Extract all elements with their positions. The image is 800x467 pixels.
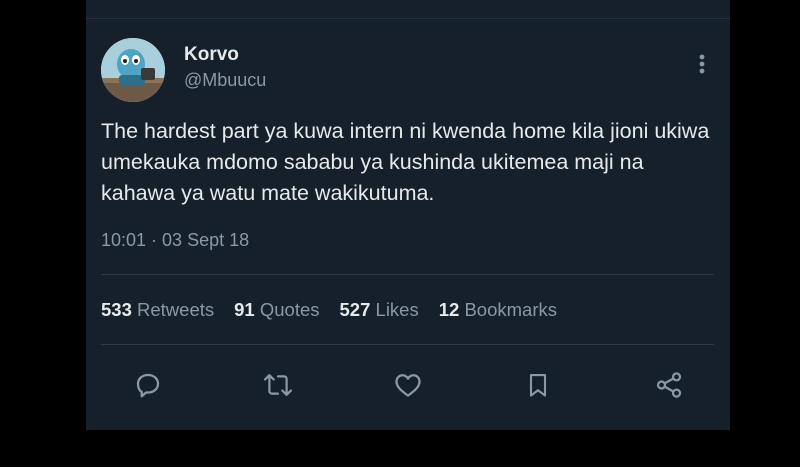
tweet-text: The hardest part ya kuwa intern ni kwend… <box>101 119 710 205</box>
quotes-count: 91 <box>234 299 255 320</box>
retweet-icon[interactable] <box>261 368 295 402</box>
tweet-card: Korvo @Mbuucu The hardest part ya kuwa i… <box>86 0 730 430</box>
likes-stat[interactable]: 527 Likes <box>340 299 419 321</box>
bookmarks-stat[interactable]: 12 Bookmarks <box>439 299 557 321</box>
retweets-label: Retweets <box>137 299 215 320</box>
like-icon[interactable] <box>391 368 425 402</box>
top-divider <box>86 18 730 19</box>
quotes-stat[interactable]: 91 Quotes <box>234 299 319 321</box>
likes-label: Likes <box>375 299 419 320</box>
display-name[interactable]: Korvo <box>184 44 239 66</box>
share-icon[interactable] <box>652 368 686 402</box>
engagement-stats: 533 Retweets 91 Quotes 527 Likes 12 Book… <box>101 299 557 321</box>
avatar[interactable] <box>101 38 165 102</box>
bookmarks-label: Bookmarks <box>464 299 557 320</box>
divider <box>101 274 714 275</box>
quotes-label: Quotes <box>259 299 320 320</box>
bookmark-icon[interactable] <box>521 368 555 402</box>
bookmarks-count: 12 <box>438 299 460 320</box>
action-bar <box>86 364 730 404</box>
likes-count: 527 <box>339 299 371 320</box>
tweet-timestamp[interactable]: 10:01 · 03 Sept 18 <box>101 230 249 251</box>
user-handle[interactable]: @Mbuucu <box>184 70 266 91</box>
divider <box>101 344 714 345</box>
reply-icon[interactable] <box>131 368 165 402</box>
retweets-count: 533 <box>101 299 132 320</box>
retweets-stat[interactable]: 533 Retweets <box>101 299 214 321</box>
more-options-icon[interactable] <box>692 50 712 78</box>
